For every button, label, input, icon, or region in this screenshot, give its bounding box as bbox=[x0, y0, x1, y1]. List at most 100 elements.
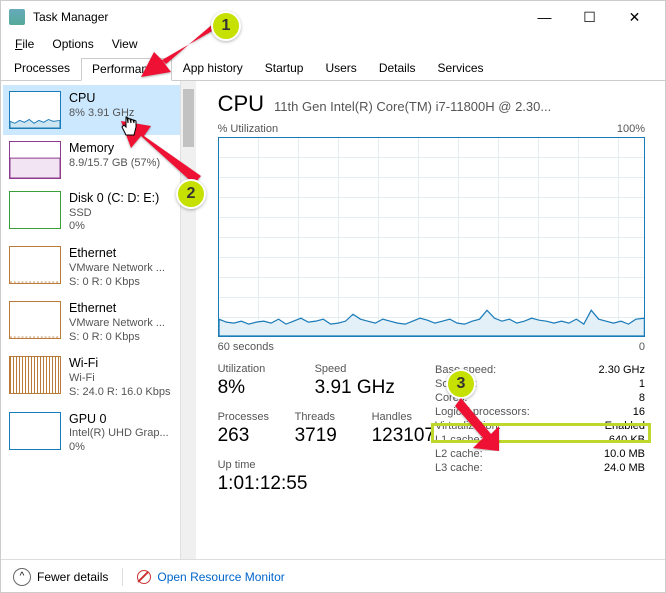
detail-key: Base speed: bbox=[435, 364, 496, 376]
footer: ^ Fewer details Open Resource Monitor bbox=[1, 559, 665, 593]
sidebar-item-label: GPU 0 bbox=[69, 412, 169, 428]
stat-value-handles: 123107 bbox=[372, 425, 435, 447]
cpu-description: 11th Gen Intel(R) Core(TM) i7-11800H @ 2… bbox=[274, 99, 645, 114]
stat-label-uptime: Up time bbox=[218, 459, 435, 471]
stat-value-threads: 3719 bbox=[295, 425, 350, 447]
detail-val: 8 bbox=[639, 392, 645, 404]
tab-app-history[interactable]: App history bbox=[172, 57, 254, 80]
memory-thumb-icon bbox=[9, 141, 61, 179]
stat-label-handles: Handles bbox=[372, 411, 435, 423]
tab-startup[interactable]: Startup bbox=[254, 57, 315, 80]
tab-performance[interactable]: Performance bbox=[81, 58, 172, 81]
detail-val: 2.30 GHz bbox=[599, 364, 645, 376]
detail-val: Enabled bbox=[605, 420, 645, 432]
sidebar-item-sub2: 0% bbox=[69, 220, 159, 234]
chart-label-top-right: 100% bbox=[617, 123, 645, 135]
sidebar-item-sub2: S: 24.0 R: 16.0 Kbps bbox=[69, 386, 171, 400]
sidebar-item-gpu0[interactable]: GPU 0 Intel(R) UHD Grap... 0% bbox=[3, 406, 180, 461]
menu-bar: File Options View bbox=[1, 33, 665, 55]
sidebar-item-cpu[interactable]: CPU 8% 3.91 GHz bbox=[3, 85, 180, 135]
close-button[interactable]: ✕ bbox=[612, 2, 657, 32]
tab-services[interactable]: Services bbox=[427, 57, 495, 80]
sidebar-item-label: Disk 0 (C: D: E:) bbox=[69, 191, 159, 207]
sidebar-item-label: Wi-Fi bbox=[69, 356, 171, 372]
detail-val: 640 KB bbox=[609, 434, 645, 446]
stat-value-processes: 263 bbox=[218, 425, 273, 447]
window-title: Task Manager bbox=[33, 10, 522, 24]
stat-label-utilization: Utilization bbox=[218, 363, 293, 375]
window-controls: — ☐ ✕ bbox=[522, 2, 657, 32]
sidebar-item-sub: VMware Network ... bbox=[69, 317, 165, 331]
ethernet-thumb-icon bbox=[9, 246, 61, 284]
sidebar-item-memory[interactable]: Memory 8.9/15.7 GB (57%) bbox=[3, 135, 180, 185]
ethernet-thumb-icon bbox=[9, 301, 61, 339]
sidebar-item-sub2: S: 0 R: 0 Kbps bbox=[69, 331, 165, 345]
sidebar-item-disk0[interactable]: Disk 0 (C: D: E:) SSD 0% bbox=[3, 185, 180, 240]
wifi-thumb-icon bbox=[9, 356, 61, 394]
minimize-button[interactable]: — bbox=[522, 2, 567, 32]
content-area: CPU 8% 3.91 GHz Memory 8.9/15.7 GB (57%)… bbox=[1, 81, 665, 559]
sidebar-item-sub2: S: 0 R: 0 Kbps bbox=[69, 276, 165, 290]
tab-users[interactable]: Users bbox=[314, 57, 367, 80]
sidebar-item-label: Ethernet bbox=[69, 246, 165, 262]
cpu-details-list: Base speed: 2.30 GHz Sockets: 1 Cores: 8 Lo… bbox=[435, 363, 645, 495]
maximize-button[interactable]: ☐ bbox=[567, 2, 612, 32]
sidebar-item-sub: Wi-Fi bbox=[69, 372, 171, 386]
detail-key: Cores: bbox=[435, 392, 467, 404]
menu-view[interactable]: View bbox=[104, 35, 146, 53]
detail-val: 16 bbox=[633, 406, 645, 418]
sidebar-item-sub: SSD bbox=[69, 207, 159, 221]
stat-value-speed: 3.91 GHz bbox=[315, 377, 395, 399]
sidebar-item-ethernet-1[interactable]: Ethernet VMware Network ... S: 0 R: 0 Kb… bbox=[3, 240, 180, 295]
detail-key: Virtualization: bbox=[435, 420, 501, 432]
chart-label-top-left: % Utilization bbox=[218, 123, 279, 135]
sidebar-item-label: Memory bbox=[69, 141, 160, 157]
sidebar-item-label: Ethernet bbox=[69, 301, 165, 317]
stat-value-utilization: 8% bbox=[218, 377, 293, 399]
open-resource-monitor-label: Open Resource Monitor bbox=[157, 570, 284, 584]
sidebar: CPU 8% 3.91 GHz Memory 8.9/15.7 GB (57%)… bbox=[1, 81, 180, 559]
detail-key: L1 cache: bbox=[435, 434, 483, 446]
detail-key: Sockets: bbox=[435, 378, 477, 390]
menu-file[interactable]: File bbox=[7, 35, 42, 53]
detail-val: 1 bbox=[639, 378, 645, 390]
app-icon bbox=[9, 9, 25, 25]
sidebar-item-wifi[interactable]: Wi-Fi Wi-Fi S: 24.0 R: 16.0 Kbps bbox=[3, 350, 180, 405]
fewer-details-button[interactable]: ^ Fewer details bbox=[13, 568, 108, 586]
title-bar: Task Manager — ☐ ✕ bbox=[1, 1, 665, 33]
tab-details[interactable]: Details bbox=[368, 57, 427, 80]
chevron-up-icon: ^ bbox=[13, 568, 31, 586]
fewer-details-label: Fewer details bbox=[37, 570, 108, 584]
resource-monitor-icon bbox=[137, 570, 151, 584]
detail-val: 24.0 MB bbox=[604, 462, 645, 474]
stat-value-uptime: 1:01:12:55 bbox=[218, 473, 435, 495]
sidebar-item-sub2: 0% bbox=[69, 441, 169, 455]
detail-val: 10.0 MB bbox=[604, 448, 645, 460]
tab-processes[interactable]: Processes bbox=[3, 57, 81, 80]
detail-key: Logical processors: bbox=[435, 406, 530, 418]
stats-area: Utilization 8% Speed 3.91 GHz Processes … bbox=[218, 363, 645, 495]
detail-key: L2 cache: bbox=[435, 448, 483, 460]
sidebar-item-ethernet-2[interactable]: Ethernet VMware Network ... S: 0 R: 0 Kb… bbox=[3, 295, 180, 350]
stat-label-speed: Speed bbox=[315, 363, 395, 375]
cpu-thumb-icon bbox=[9, 91, 61, 129]
sidebar-item-sub: VMware Network ... bbox=[69, 262, 165, 276]
detail-key: L3 cache: bbox=[435, 462, 483, 474]
cpu-utilization-chart bbox=[218, 137, 645, 337]
gpu-thumb-icon bbox=[9, 412, 61, 450]
menu-options[interactable]: Options bbox=[44, 35, 101, 53]
tab-strip: Processes Performance App history Startu… bbox=[1, 57, 665, 81]
sidebar-item-sub: 8.9/15.7 GB (57%) bbox=[69, 157, 160, 171]
sidebar-item-sub: Intel(R) UHD Grap... bbox=[69, 427, 169, 441]
cpu-heading: CPU bbox=[218, 91, 264, 117]
stat-label-processes: Processes bbox=[218, 411, 273, 423]
sidebar-scrollbar[interactable] bbox=[180, 81, 196, 559]
scrollbar-thumb[interactable] bbox=[183, 89, 194, 147]
open-resource-monitor-link[interactable]: Open Resource Monitor bbox=[137, 570, 284, 584]
main-panel: CPU 11th Gen Intel(R) Core(TM) i7-11800H… bbox=[196, 81, 665, 559]
chart-label-bot-right: 0 bbox=[639, 341, 645, 353]
sidebar-item-sub: 8% 3.91 GHz bbox=[69, 107, 134, 121]
footer-separator bbox=[122, 568, 123, 586]
sidebar-item-label: CPU bbox=[69, 91, 134, 107]
chart-label-bot-left: 60 seconds bbox=[218, 341, 274, 353]
